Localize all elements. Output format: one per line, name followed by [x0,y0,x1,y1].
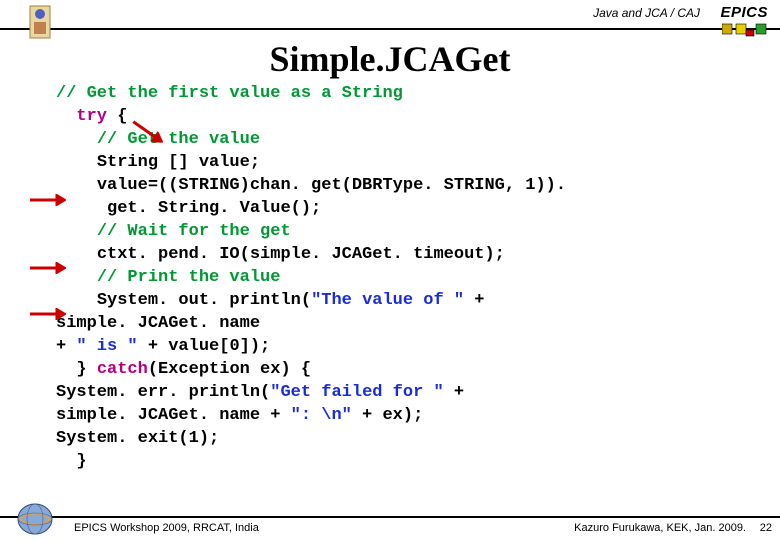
code-text: simple. JCAGet. name + [56,406,291,425]
code-string: "The value of " [311,291,464,310]
code-comment: // Get the first value as a String [56,84,403,103]
footer-left-text: EPICS Workshop 2009, RRCAT, India [74,522,259,534]
epics-blocks-icon [722,22,770,38]
page-number: 22 [760,522,772,534]
code-text: + [464,291,484,310]
emblem-icon [28,4,52,40]
globe-icon [16,500,54,538]
code-text: + ex); [352,406,423,425]
code-text: System. exit(1); [56,429,219,448]
code-text: (Exception ex) { [148,360,311,379]
arrow-icon [30,262,66,274]
code-comment: // Get the value [97,130,260,149]
arrow-icon [30,308,66,320]
code-keyword: catch [97,360,148,379]
breadcrumb: Java and JCA / CAJ [593,6,700,20]
code-text: value=((STRING)chan. get(DBRType. STRING… [97,176,566,195]
code-text: ctxt. pend. IO(simple. JCAGet. timeout); [97,245,505,264]
code-text: String [] value; [97,153,260,172]
footer-band: EPICS Workshop 2009, RRCAT, India Kazuro… [0,516,780,540]
arrow-icon [30,194,66,206]
code-string: " is " [76,337,137,356]
code-block: // Get the first value as a String try {… [56,82,566,473]
code-comment: // Print the value [97,268,281,287]
code-text: { [107,107,127,126]
code-text: get. String. Value(); [97,199,321,218]
code-text: + [56,337,76,356]
code-text: System. err. println( [56,383,270,402]
page-title: Simple.JCAGet [0,38,780,80]
code-text: simple. JCAGet. name [56,314,260,333]
code-comment: // Wait for the get [97,222,291,241]
code-string: ": \n" [291,406,352,425]
header-band: Java and JCA / CAJ [0,0,780,30]
code-string: "Get failed for " [270,383,443,402]
epics-logo-text: EPICS [720,4,768,21]
code-text: + value[0]); [138,337,271,356]
code-text: } [76,452,86,471]
code-text: System. out. println( [97,291,311,310]
code-keyword: try [76,107,107,126]
code-text: } [76,360,96,379]
footer-right-text: Kazuro Furukawa, KEK, Jan. 2009. [574,522,746,534]
code-text: + [444,383,464,402]
